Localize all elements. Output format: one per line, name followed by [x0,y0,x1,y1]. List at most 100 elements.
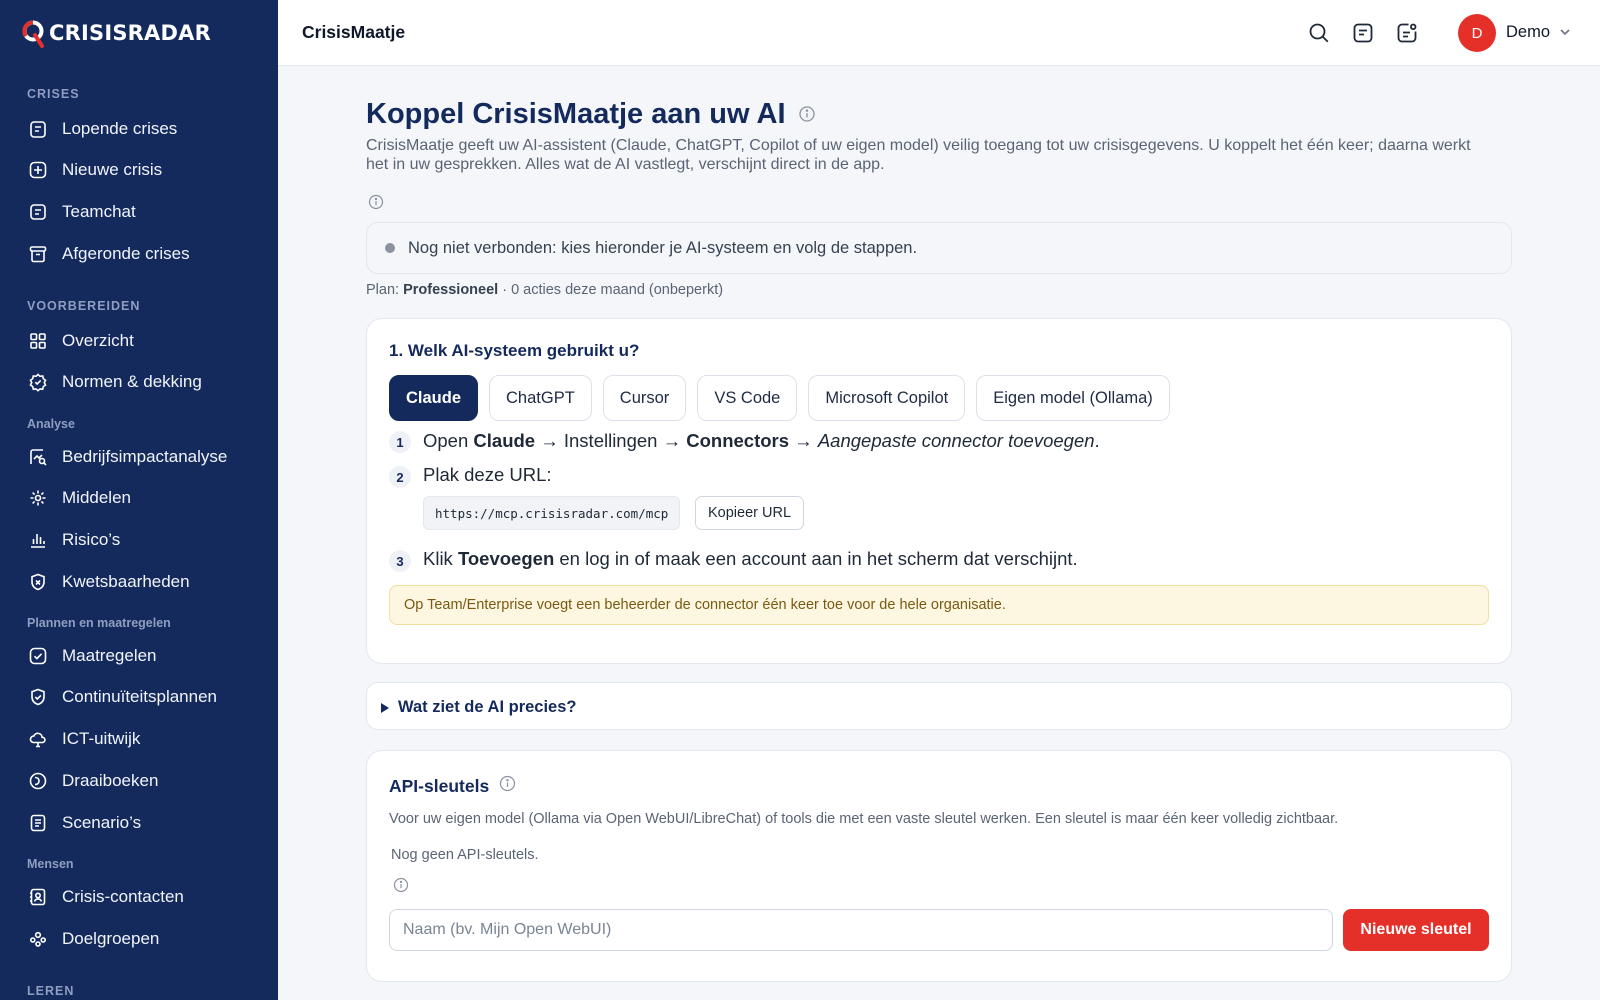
contact-card-icon [28,887,48,907]
plan-name: Professioneel [403,282,499,298]
step-1-text: Open Claude → Instellingen → Connectors … [423,430,1100,452]
sidebar-item-ict-uitwijk[interactable]: ICT-uitwijk [16,720,262,758]
sidebar-item-scenarios[interactable]: Scenario’s [16,804,262,842]
info-icon[interactable] [393,877,409,893]
sidebar-item-overzicht[interactable]: Overzicht [16,322,262,360]
ai-system-card: 1. Welk AI-systeem gebruikt u? Claude Ch… [366,318,1512,664]
sidebar-item-label: Scenario’s [62,813,142,832]
chevron-down-icon[interactable] [1558,25,1572,39]
notification-icon[interactable] [1394,20,1420,46]
tab-claude[interactable]: Claude [389,375,479,421]
section-title-crises: CRISES [27,87,80,101]
info-icon[interactable] [499,775,516,797]
sidebar-item-lopende-crises[interactable]: Lopende crises [16,110,262,148]
main-content: Koppel CrisisMaatje aan uw AI CrisisMaat… [278,66,1600,1000]
section-title-plannen: Plannen en maatregelen [27,616,171,630]
connector-url[interactable]: https://mcp.crisisradar.com/mcp [423,496,681,530]
step-bold: Toevoegen [457,548,555,569]
tab-chatgpt[interactable]: ChatGPT [489,375,592,421]
tab-microsoft-copilot[interactable]: Microsoft Copilot [808,375,966,421]
info-icon[interactable] [368,194,384,210]
copy-url-button[interactable]: Kopieer URL [695,496,805,530]
cloud-icon [28,729,48,749]
tab-eigen-model[interactable]: Eigen model (Ollama) [976,375,1170,421]
sidebar-item-label: Bedrijfsimpactanalyse [62,447,228,466]
chart-search-icon [28,447,48,467]
api-keys-card: API-sleutels Voor uw eigen model (Ollama… [366,750,1512,982]
status-text: Nog niet verbonden: kies hieronder je AI… [408,238,918,257]
top-bar: CrisisMaatje D Demo [278,0,1600,66]
sidebar-item-draaiboeken[interactable]: Draaiboeken [16,762,262,800]
step-number: 2 [389,466,411,488]
step-text: Klik [423,548,458,569]
sidebar-item-risicos[interactable]: Risico’s [16,521,262,559]
sidebar-item-label: Normen & dekking [62,372,202,391]
page-header-title: CrisisMaatje [302,22,406,42]
info-icon[interactable] [798,98,816,131]
sidebar-item-crisis-contacten[interactable]: Crisis-contacten [16,878,262,916]
details-label: Wat ziet de AI precies? [398,698,577,716]
logo[interactable]: CRISISRADAR [22,18,211,48]
enterprise-note: Op Team/Enterprise voegt een beheerder d… [389,585,1489,625]
sidebar-item-label: Teamchat [62,202,136,221]
sidebar-item-label: Doelgroepen [62,929,160,948]
tab-vs-code[interactable]: VS Code [697,375,798,421]
search-icon[interactable] [1306,20,1332,46]
chat-icon [28,202,48,222]
sidebar-item-label: Nieuwe crisis [62,160,163,179]
chat-icon[interactable] [1350,20,1376,46]
new-key-button[interactable]: Nieuwe sleutel [1343,909,1489,951]
ai-system-tabs: Claude ChatGPT Cursor VS Code Microsoft … [389,375,1170,421]
sidebar-item-bedrijfsimpactanalyse[interactable]: Bedrijfsimpactanalyse [16,438,262,476]
plus-square-icon [28,160,48,180]
sidebar-item-doelgroepen[interactable]: Doelgroepen [16,920,262,958]
sidebar-item-label: Afgeronde crises [62,244,190,263]
step-text: . [1094,430,1100,451]
plan-prefix: Plan: [366,282,404,298]
sidebar-item-maatregelen[interactable]: Maatregelen [16,637,262,675]
sidebar-item-afgeronde-crises[interactable]: Afgeronde crises [16,235,262,273]
status-dot [385,243,395,253]
sidebar-item-label: ICT-uitwijk [62,729,141,748]
section-title-voorbereiden: VOORBEREIDEN [27,299,141,313]
step-italic: Aangepaste connector toevoegen [817,430,1095,451]
brand-name: CRISISRADAR [49,21,211,45]
sidebar-item-teamchat[interactable]: Teamchat [16,193,262,231]
book-icon [28,771,48,791]
api-keys-title: API-sleutels [389,775,490,796]
api-key-name-input[interactable] [389,909,1333,951]
clipboard-icon [28,119,48,139]
sidebar-item-label: Draaiboeken [62,771,159,790]
connection-status: Nog niet verbonden: kies hieronder je AI… [366,222,1512,274]
user-name[interactable]: Demo [1506,23,1550,42]
sidebar-item-middelen[interactable]: Middelen [16,479,262,517]
api-keys-description: Voor uw eigen model (Ollama via Open Web… [389,811,1339,827]
check-square-icon [28,646,48,666]
bar-chart-icon [28,530,48,550]
tab-cursor[interactable]: Cursor [602,375,687,421]
network-icon [28,488,48,508]
step-text: en log in of maak een account aan in het… [554,548,1078,569]
sidebar-item-continuiteitsplannen[interactable]: Continuïteitsplannen [16,678,262,716]
avatar[interactable]: D [1458,14,1496,52]
step-number: 3 [389,550,411,572]
details-toggle[interactable]: Wat ziet de AI precies? [381,698,577,717]
grid-icon [28,331,48,351]
page-description: CrisisMaatje geeft uw AI-assistent (Clau… [366,137,1471,173]
sidebar-item-label: Middelen [62,488,131,507]
step-text: → [789,430,818,451]
section-title-leren: LEREN [27,984,75,998]
sidebar-item-label: Overzicht [62,331,134,350]
sidebar-item-nieuwe-crisis[interactable]: Nieuwe crisis [16,151,262,189]
badge-check-icon [28,372,48,392]
ai-system-heading: 1. Welk AI-systeem gebruikt u? [389,341,640,360]
archive-icon [28,244,48,264]
sidebar-item-kwetsbaarheden[interactable]: Kwetsbaarheden [16,563,262,601]
sidebar-item-label: Risico’s [62,530,121,549]
file-text-icon [28,813,48,833]
details-card: Wat ziet de AI precies? [366,682,1512,730]
sidebar-item-normen-dekking[interactable]: Normen & dekking [16,363,262,401]
step-bold: Claude [473,430,536,451]
people-icon [28,929,48,949]
sidebar: CRISISRADAR CRISES Lopende crises Nieuwe… [0,0,278,1000]
